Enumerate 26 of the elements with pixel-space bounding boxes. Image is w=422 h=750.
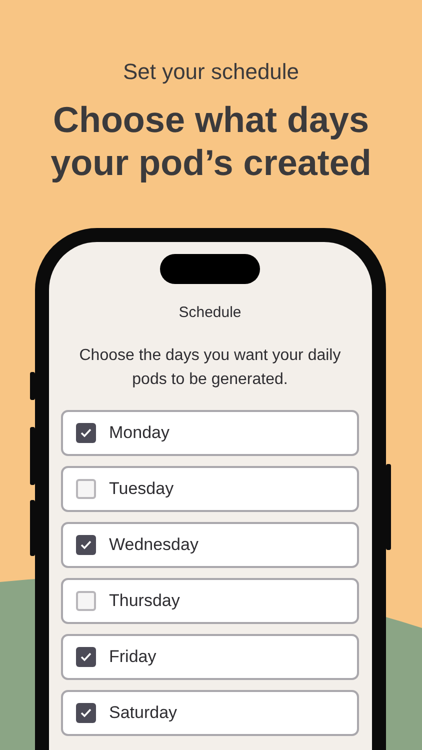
day-option[interactable]: Friday xyxy=(61,634,359,680)
checkmark-icon xyxy=(80,540,92,550)
screen-title: Schedule xyxy=(178,304,242,322)
subtitle: Set your schedule xyxy=(122,58,300,86)
headline: Choose what days your pod’s created xyxy=(50,98,372,184)
checkmark-icon xyxy=(80,652,92,662)
day-option[interactable]: Thursday xyxy=(61,578,359,624)
day-label: Thursday xyxy=(109,591,180,611)
checkbox[interactable] xyxy=(76,647,96,667)
checkbox[interactable] xyxy=(76,479,96,499)
day-label: Saturday xyxy=(109,703,178,723)
checkbox[interactable] xyxy=(76,591,96,611)
day-option[interactable]: Wednesday xyxy=(61,522,359,568)
day-option[interactable]: Saturday xyxy=(61,690,359,736)
day-label: Monday xyxy=(109,423,170,443)
day-label: Wednesday xyxy=(109,535,198,555)
day-label: Tuesday xyxy=(109,479,174,499)
checkmark-icon xyxy=(80,428,92,438)
day-option[interactable]: Monday xyxy=(61,410,359,456)
day-option[interactable]: Tuesday xyxy=(61,466,359,512)
checkbox[interactable] xyxy=(76,423,96,443)
description: Choose the days you want your daily pods to be generated. xyxy=(78,346,342,390)
day-label: Friday xyxy=(109,647,156,667)
checkmark-icon xyxy=(80,708,92,718)
checkbox[interactable] xyxy=(76,703,96,723)
checkbox[interactable] xyxy=(76,535,96,555)
